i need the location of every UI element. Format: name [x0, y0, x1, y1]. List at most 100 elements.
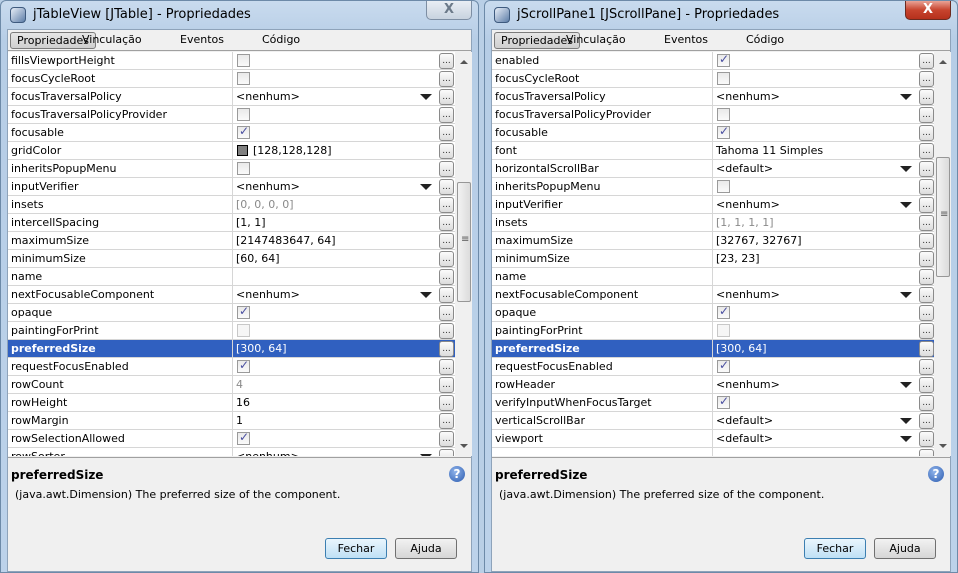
close-dialog-button[interactable]: Fechar — [325, 538, 387, 559]
ellipsis-button[interactable]: ... — [919, 449, 934, 456]
ellipsis-button[interactable]: ... — [919, 305, 934, 321]
tab-eventos[interactable]: Eventos — [658, 32, 714, 49]
ellipsis-button[interactable]: ... — [919, 233, 934, 249]
ellipsis-button[interactable]: ... — [439, 53, 454, 69]
property-value[interactable] — [712, 106, 917, 124]
property-row[interactable]: insets [1, 1, 1, 1]... — [492, 214, 934, 232]
vertical-scrollbar[interactable] — [935, 52, 951, 456]
property-row[interactable]: focusTraversalPolicyProvider... — [492, 106, 934, 124]
property-row[interactable]: focusable... — [492, 124, 934, 142]
property-row[interactable]: inheritsPopupMenu... — [8, 160, 455, 178]
ellipsis-button[interactable]: ... — [919, 359, 934, 375]
property-value[interactable]: <nenhum> — [712, 88, 917, 106]
ellipsis-button[interactable]: ... — [919, 197, 934, 213]
property-row[interactable]: rowSorter <nenhum>... — [8, 448, 455, 456]
ellipsis-button[interactable]: ... — [439, 233, 454, 249]
ellipsis-button[interactable]: ... — [439, 395, 454, 411]
property-value[interactable]: [2147483647, 64] — [232, 232, 437, 250]
ellipsis-button[interactable]: ... — [439, 413, 454, 429]
checkbox[interactable] — [717, 72, 730, 85]
property-value[interactable]: <default> — [712, 160, 917, 178]
tab-código[interactable]: Código — [256, 32, 306, 49]
checkbox[interactable] — [237, 54, 250, 67]
dropdown-arrow-icon[interactable] — [420, 292, 432, 298]
property-row[interactable]: focusTraversalPolicy <nenhum>... — [492, 88, 934, 106]
checkbox[interactable] — [717, 124, 730, 139]
dropdown-arrow-icon[interactable] — [420, 184, 432, 190]
checkbox[interactable] — [237, 72, 250, 85]
property-value[interactable]: 4 — [232, 376, 437, 394]
ellipsis-button[interactable]: ... — [919, 143, 934, 159]
property-row[interactable]: preferredSize [300, 64]... — [492, 340, 934, 358]
property-row[interactable]: requestFocusEnabled... — [492, 358, 934, 376]
property-row[interactable]: inheritsPopupMenu... — [492, 178, 934, 196]
dropdown-arrow-icon[interactable] — [420, 94, 432, 100]
property-value[interactable]: [1, 1] — [232, 214, 437, 232]
property-value[interactable] — [712, 394, 917, 412]
close-button[interactable]: X — [905, 1, 951, 20]
property-row[interactable]: name... — [8, 268, 455, 286]
property-value[interactable]: <default> — [712, 430, 917, 448]
ellipsis-button[interactable]: ... — [439, 377, 454, 393]
property-row[interactable]: rowMargin 1... — [8, 412, 455, 430]
property-row[interactable]: focusable... — [8, 124, 455, 142]
tab-código[interactable]: Código — [740, 32, 790, 49]
scroll-up-icon[interactable] — [460, 60, 468, 64]
ellipsis-button[interactable]: ... — [439, 143, 454, 159]
property-row[interactable]: focusTraversalPolicyProvider... — [8, 106, 455, 124]
property-row[interactable]: name... — [492, 268, 934, 286]
property-value[interactable]: [60, 64] — [232, 250, 437, 268]
ellipsis-button[interactable]: ... — [919, 53, 934, 69]
tab-eventos[interactable]: Eventos — [174, 32, 230, 49]
scroll-thumb[interactable] — [936, 157, 950, 278]
ellipsis-button[interactable]: ... — [439, 161, 454, 177]
property-row[interactable]: opaque... — [8, 304, 455, 322]
property-row[interactable]: fillsViewportHeight... — [8, 52, 455, 70]
property-row[interactable]: font Tahoma 11 Simples... — [492, 142, 934, 160]
ellipsis-button[interactable]: ... — [439, 197, 454, 213]
property-row[interactable]: inputVerifier <nenhum>... — [492, 196, 934, 214]
ellipsis-button[interactable]: ... — [919, 287, 934, 303]
ellipsis-button[interactable]: ... — [439, 287, 454, 303]
ellipsis-button[interactable]: ... — [919, 251, 934, 267]
property-row[interactable]: rowSelectionAllowed... — [8, 430, 455, 448]
property-row[interactable]: nextFocusableComponent <nenhum>... — [492, 286, 934, 304]
checkbox[interactable] — [237, 162, 250, 175]
ellipsis-button[interactable]: ... — [919, 215, 934, 231]
scroll-up-icon[interactable] — [939, 60, 947, 64]
scroll-down-icon[interactable] — [939, 444, 947, 448]
ellipsis-button[interactable]: ... — [919, 125, 934, 141]
ellipsis-button[interactable]: ... — [919, 431, 934, 447]
property-row[interactable]: focusTraversalPolicy <nenhum>... — [8, 88, 455, 106]
ellipsis-button[interactable]: ... — [439, 179, 454, 195]
ellipsis-button[interactable]: ... — [439, 107, 454, 123]
ellipsis-button[interactable]: ... — [919, 89, 934, 105]
property-value[interactable]: [0, 0, 0, 0] — [232, 196, 437, 214]
dropdown-arrow-icon[interactable] — [900, 202, 912, 208]
property-row[interactable]: requestFocusEnabled... — [8, 358, 455, 376]
property-row[interactable]: rowCount 4... — [8, 376, 455, 394]
property-value[interactable] — [712, 52, 917, 70]
checkbox[interactable] — [237, 304, 250, 319]
property-value[interactable]: <nenhum> — [232, 178, 437, 196]
ellipsis-button[interactable]: ... — [919, 413, 934, 429]
property-value[interactable]: <nenhum> — [232, 448, 437, 456]
property-value[interactable] — [232, 322, 437, 340]
property-value[interactable] — [232, 106, 437, 124]
property-row[interactable]: gridColor [128,128,128]... — [8, 142, 455, 160]
property-row[interactable]: rowHeight 16... — [8, 394, 455, 412]
ellipsis-button[interactable]: ... — [439, 89, 454, 105]
ellipsis-button[interactable]: ... — [439, 71, 454, 87]
property-value[interactable]: <default> — [712, 412, 917, 430]
dropdown-arrow-icon[interactable] — [900, 436, 912, 442]
property-row[interactable]: horizontalScrollBar <default>... — [492, 160, 934, 178]
property-value[interactable] — [232, 430, 437, 448]
ellipsis-button[interactable]: ... — [439, 269, 454, 285]
checkbox[interactable] — [717, 180, 730, 193]
property-value[interactable]: 1 — [232, 412, 437, 430]
property-value[interactable]: [128,128,128] — [232, 142, 437, 160]
ellipsis-button[interactable]: ... — [439, 341, 454, 357]
property-row[interactable]: viewport <default>... — [492, 430, 934, 448]
property-row[interactable]: verticalScrollBar <default>... — [492, 412, 934, 430]
ellipsis-button[interactable]: ... — [919, 395, 934, 411]
